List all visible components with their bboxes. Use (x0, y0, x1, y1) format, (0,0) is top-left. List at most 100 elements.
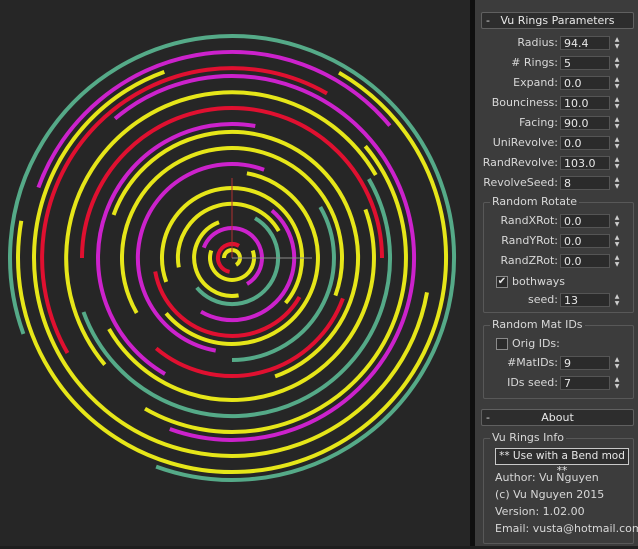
matids-row: #MatIDs: 9 ▲ ▼ (475, 354, 638, 372)
spinner-down-icon[interactable]: ▼ (612, 123, 622, 130)
ring-arc (135, 162, 265, 353)
spinner-down-icon[interactable]: ▼ (612, 43, 622, 50)
spinner-down-icon[interactable]: ▼ (612, 163, 622, 170)
bounciness-label: Bounciness: (491, 96, 558, 109)
spinner-up-icon[interactable]: ▲ (612, 234, 622, 241)
bounciness-row: Bounciness: 10.0 ▲ ▼ (475, 94, 638, 112)
rings-render (8, 34, 456, 482)
spinner-up-icon[interactable]: ▲ (612, 176, 622, 183)
rotate-seed-label: seed: (528, 293, 558, 306)
randzrot-input[interactable]: 0.0 (560, 254, 610, 268)
spinner-up-icon[interactable]: ▲ (612, 293, 622, 300)
matids-spinner[interactable]: ▲ ▼ (612, 356, 622, 370)
ring-arc (111, 130, 360, 379)
spinner-up-icon[interactable]: ▲ (612, 376, 622, 383)
version-text: Version: 1.02.00 (495, 505, 585, 518)
rings-count-label: # Rings: (511, 56, 558, 69)
email-text: Email: vusta@hotmail.com (495, 522, 638, 535)
spinner-down-icon[interactable]: ▼ (612, 221, 622, 228)
randyrot-spinner[interactable]: ▲ ▼ (612, 234, 622, 248)
facing-row: Facing: 90.0 ▲ ▼ (475, 114, 638, 132)
bend-mod-note: ** Use with a Bend mod ** (495, 448, 629, 477)
spinner-up-icon[interactable]: ▲ (612, 156, 622, 163)
randrevolve-row: RandRevolve: 103.0 ▲ ▼ (475, 154, 638, 172)
spinner-up-icon[interactable]: ▲ (612, 96, 622, 103)
spinner-down-icon[interactable]: ▼ (612, 83, 622, 90)
expand-input[interactable]: 0.0 (560, 76, 610, 90)
randxrot-spinner[interactable]: ▲ ▼ (612, 214, 622, 228)
randxrot-input[interactable]: 0.0 (560, 214, 610, 228)
bounciness-input[interactable]: 10.0 (560, 96, 610, 110)
revolveseed-label: RevolveSeed: (483, 176, 558, 189)
spinner-up-icon[interactable]: ▲ (612, 116, 622, 123)
random-mat-ids-title: Random Mat IDs (490, 318, 585, 331)
rings-count-input[interactable]: 5 (560, 56, 610, 70)
random-rotate-title: Random Rotate (490, 195, 580, 208)
rings-info-title: Vu Rings Info (490, 431, 566, 444)
randrevolve-spinner[interactable]: ▲ ▼ (612, 156, 622, 170)
randzrot-spinner[interactable]: ▲ ▼ (612, 254, 622, 268)
rings-params-rollout-header[interactable]: - Vu Rings Parameters (481, 12, 634, 29)
ids-seed-row: IDs seed: 7 ▲ ▼ (475, 374, 638, 392)
rings-count-spinner[interactable]: ▲ ▼ (612, 56, 622, 70)
expand-spinner[interactable]: ▲ ▼ (612, 76, 622, 90)
spinner-up-icon[interactable]: ▲ (612, 76, 622, 83)
viewport[interactable] (0, 0, 470, 546)
randzrot-row: RandZRot: 0.0 ▲ ▼ (475, 252, 638, 270)
spinner-down-icon[interactable]: ▼ (612, 241, 622, 248)
bothways-checkbox[interactable]: ✔ (496, 276, 508, 288)
facing-input[interactable]: 90.0 (560, 116, 610, 130)
spinner-up-icon[interactable]: ▲ (612, 356, 622, 363)
spinner-down-icon[interactable]: ▼ (612, 183, 622, 190)
spinner-up-icon[interactable]: ▲ (612, 36, 622, 43)
radius-row: Radius: 94.4 ▲ ▼ (475, 34, 638, 52)
unirevolve-spinner[interactable]: ▲ ▼ (612, 136, 622, 150)
radius-input[interactable]: 94.4 (560, 36, 610, 50)
rings-count-row: # Rings: 5 ▲ ▼ (475, 54, 638, 72)
spinner-up-icon[interactable]: ▲ (612, 254, 622, 261)
copyright-text: (c) Vu Nguyen 2015 (495, 488, 605, 501)
spinner-up-icon[interactable]: ▲ (612, 136, 622, 143)
spinner-down-icon[interactable]: ▼ (612, 300, 622, 307)
spinner-up-icon[interactable]: ▲ (612, 214, 622, 221)
randyrot-input[interactable]: 0.0 (560, 234, 610, 248)
orig-ids-label: Orig IDs: (512, 337, 560, 350)
randrevolve-input[interactable]: 103.0 (560, 156, 610, 170)
command-panel: - Vu Rings Parameters Radius: 94.4 ▲ ▼ # … (475, 0, 638, 546)
ids-seed-input[interactable]: 7 (560, 376, 610, 390)
facing-label: Facing: (519, 116, 558, 129)
spinner-down-icon[interactable]: ▼ (612, 363, 622, 370)
radius-spinner[interactable]: ▲ ▼ (612, 36, 622, 50)
bothways-label: bothways (512, 275, 565, 288)
spinner-down-icon[interactable]: ▼ (612, 383, 622, 390)
about-rollout-header[interactable]: - About (481, 409, 634, 426)
expand-label: Expand: (513, 76, 558, 89)
randxrot-label: RandXRot: (500, 214, 558, 227)
rotate-seed-spinner[interactable]: ▲ ▼ (612, 293, 622, 307)
spinner-up-icon[interactable]: ▲ (612, 56, 622, 63)
revolveseed-spinner[interactable]: ▲ ▼ (612, 176, 622, 190)
about-title: About (541, 411, 574, 424)
ids-seed-spinner[interactable]: ▲ ▼ (612, 376, 622, 390)
radius-label: Radius: (517, 36, 558, 49)
unirevolve-row: UniRevolve: 0.0 ▲ ▼ (475, 134, 638, 152)
randrevolve-label: RandRevolve: (482, 156, 558, 169)
matids-input[interactable]: 9 (560, 356, 610, 370)
randyrot-label: RandYRot: (501, 234, 558, 247)
randxrot-row: RandXRot: 0.0 ▲ ▼ (475, 212, 638, 230)
orig-ids-checkbox[interactable] (496, 338, 508, 350)
rotate-seed-input[interactable]: 13 (560, 293, 610, 307)
spinner-down-icon[interactable]: ▼ (612, 143, 622, 150)
spinner-down-icon[interactable]: ▼ (612, 103, 622, 110)
facing-spinner[interactable]: ▲ ▼ (612, 116, 622, 130)
spinner-down-icon[interactable]: ▼ (612, 63, 622, 70)
unirevolve-label: UniRevolve: (492, 136, 558, 149)
revolveseed-row: RevolveSeed: 8 ▲ ▼ (475, 174, 638, 192)
bounciness-spinner[interactable]: ▲ ▼ (612, 96, 622, 110)
expand-row: Expand: 0.0 ▲ ▼ (475, 74, 638, 92)
rotate-seed-row: seed: 13 ▲ ▼ (475, 291, 638, 309)
spinner-down-icon[interactable]: ▼ (612, 261, 622, 268)
revolveseed-input[interactable]: 8 (560, 176, 610, 190)
rollout-title: Vu Rings Parameters (500, 14, 615, 27)
unirevolve-input[interactable]: 0.0 (560, 136, 610, 150)
